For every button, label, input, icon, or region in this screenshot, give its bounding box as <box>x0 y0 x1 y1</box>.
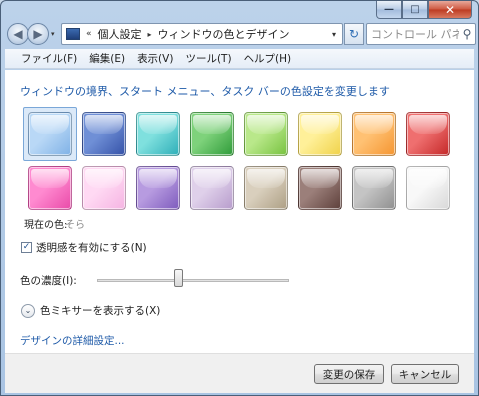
color-mixer-toggle[interactable]: ⌄ 色ミキサーを表示する(X) <box>21 303 160 318</box>
transparency-checkbox[interactable]: ✓ <box>21 242 32 253</box>
search-input[interactable]: コントロール パネ... ⚲ <box>366 23 476 45</box>
menu-help[interactable]: ヘルプ(H) <box>244 51 292 66</box>
expand-icon[interactable]: ⌄ <box>21 303 35 318</box>
transparency-option[interactable]: ✓ 透明感を有効にする(N) <box>21 240 147 255</box>
color-mixer-label[interactable]: 色ミキサーを表示する(X) <box>40 303 160 318</box>
menu-edit[interactable]: 編集(E) <box>89 51 125 66</box>
menu-bar: ファイル(F) 編集(E) 表示(V) ツール(T) ヘルプ(H) <box>5 49 474 69</box>
cancel-button[interactable]: キャンセル <box>391 364 459 384</box>
color-swatch-twilight[interactable] <box>82 112 126 156</box>
color-swatch-pumpkin-light[interactable] <box>298 112 342 156</box>
breadcrumb-root-icon[interactable]: « <box>86 29 92 39</box>
caption-buttons: — □ ✕ <box>376 1 472 19</box>
menu-view[interactable]: 表示(V) <box>137 51 173 66</box>
menu-file[interactable]: ファイル(F) <box>21 51 77 66</box>
button-bar: 変更の保存 キャンセル <box>5 353 474 393</box>
address-dropdown-icon[interactable]: ▾ <box>332 30 336 39</box>
address-bar[interactable]: « 個人設定 ▸ ウィンドウの色とデザイン ▾ <box>61 23 343 45</box>
color-swatch-frost[interactable] <box>406 166 450 210</box>
current-color-value: そら <box>65 220 85 231</box>
color-swatch-taupe[interactable] <box>244 166 288 210</box>
page-heading: ウィンドウの境界、スタート メニュー、タスク バーの色設定を変更します <box>20 85 390 98</box>
current-color-label: 現在の色: <box>24 220 68 231</box>
refresh-icon: ↻ <box>348 27 360 41</box>
color-intensity-slider[interactable] <box>97 279 289 282</box>
forward-button[interactable]: ▶ <box>27 23 49 45</box>
breadcrumb-window-color[interactable]: ウィンドウの色とデザイン <box>158 26 290 42</box>
menu-tools[interactable]: ツール(T) <box>185 51 231 66</box>
color-swatch-fuchsia[interactable] <box>28 166 72 210</box>
color-swatch-leaf[interactable] <box>190 112 234 156</box>
color-intensity-label: 色の濃度(I): <box>20 275 77 287</box>
color-swatch-pumpkin[interactable] <box>352 112 396 156</box>
save-changes-button[interactable]: 変更の保存 <box>314 364 384 384</box>
color-swatch-slate[interactable] <box>352 166 396 210</box>
color-swatch-lime[interactable] <box>244 112 288 156</box>
breadcrumb-personalization[interactable]: 個人設定 <box>98 26 142 42</box>
forward-arrow-icon: ▶ <box>33 27 43 41</box>
navigation-bar: ◀ ▶ ▾ « 個人設定 ▸ ウィンドウの色とデザイン ▾ ↻ コントロール パ… <box>5 21 476 47</box>
maximize-button[interactable]: □ <box>402 1 428 19</box>
recent-pages-dropdown[interactable]: ▾ <box>51 30 55 38</box>
color-swatch-sea-foam[interactable] <box>136 112 180 156</box>
back-arrow-icon: ◀ <box>13 27 23 41</box>
color-swatch-sky[interactable] <box>28 112 72 156</box>
transparency-label[interactable]: 透明感を有効にする(N) <box>36 240 147 255</box>
refresh-button[interactable]: ↻ <box>344 23 364 45</box>
window: — □ ✕ ◀ ▶ ▾ « 個人設定 ▸ ウィンドウの色とデザイン ▾ ↻ コン… <box>0 0 479 396</box>
back-button[interactable]: ◀ <box>7 23 29 45</box>
content-pane: ウィンドウの境界、スタート メニュー、タスク バーの色設定を変更します 現在の色… <box>5 70 474 353</box>
color-swatch-violet[interactable] <box>136 166 180 210</box>
close-button[interactable]: ✕ <box>428 1 472 19</box>
search-icon[interactable]: ⚲ <box>459 27 475 41</box>
color-intensity-slider-thumb[interactable] <box>174 269 183 287</box>
color-swatch-ruby[interactable] <box>406 112 450 156</box>
color-swatch-chocolate[interactable] <box>298 166 342 210</box>
breadcrumb-separator-icon[interactable]: ▸ <box>148 30 152 39</box>
color-swatch-blush[interactable] <box>82 166 126 210</box>
search-placeholder: コントロール パネ... <box>371 28 459 41</box>
control-panel-icon <box>66 28 80 40</box>
color-swatch-lavender[interactable] <box>190 166 234 210</box>
minimize-button[interactable]: — <box>376 1 402 19</box>
advanced-appearance-link[interactable]: デザインの詳細設定... <box>20 333 125 348</box>
